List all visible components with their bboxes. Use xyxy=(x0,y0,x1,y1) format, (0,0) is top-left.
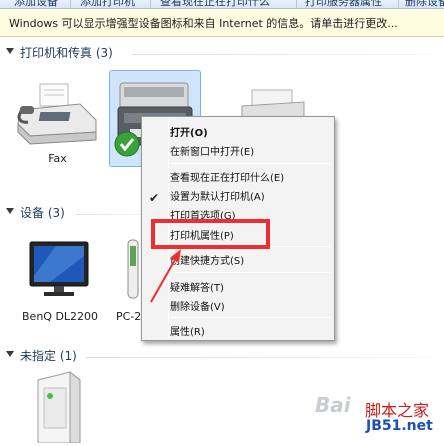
see-printing-button[interactable]: 查看现在正在打印什么 xyxy=(160,0,270,9)
menu-separator xyxy=(170,163,331,164)
menu-item-troubleshoot[interactable]: 疑难解答(T) xyxy=(170,279,224,294)
info-bar[interactable]: Windows 可以显示增强型设备图标和来自 Internet 的信息。请单击进… xyxy=(0,9,444,37)
watermark-logo: Bai xyxy=(315,393,351,417)
menu-item-open-new-window[interactable]: 在新窗口中打开(E) xyxy=(170,143,254,158)
menu-item-create-shortcut[interactable]: 创建快捷方式(S) xyxy=(170,252,244,267)
menu-item-remove-device[interactable]: 删除设备(V) xyxy=(170,298,225,313)
checkmark-icon: ✔ xyxy=(149,191,160,205)
print-server-properties-button[interactable]: 打印服务器属性 xyxy=(305,0,382,9)
section-title: 未指定 (1) xyxy=(20,349,77,363)
collapse-chevron-icon[interactable] xyxy=(6,48,14,54)
usb-device-icon xyxy=(127,239,139,299)
add-printer-button[interactable]: 添加打印机 xyxy=(80,0,135,9)
printer-icon xyxy=(241,89,305,121)
device-tile-printer[interactable] xyxy=(238,80,308,121)
menu-item-properties[interactable]: 属性(R) xyxy=(170,323,205,338)
device-label: Fax xyxy=(48,152,67,165)
menu-item-set-default[interactable]: 设置为默认打印机(A) xyxy=(170,188,265,203)
default-checkmark-icon xyxy=(114,131,140,157)
command-bar: 添加设备 添加打印机 查看现在正在打印什么 打印服务器属性 删除设备 xyxy=(0,0,444,9)
device-tile-unspecified[interactable] xyxy=(30,368,86,444)
menu-item-open[interactable]: 打开(O) xyxy=(170,124,208,139)
section-title: 打印机和传真 (3) xyxy=(20,46,113,60)
collapse-chevron-icon[interactable] xyxy=(6,351,14,357)
toolbar-separator xyxy=(398,0,399,9)
device-tile-monitor[interactable]: BenQ DL2200 xyxy=(22,236,98,326)
device-label: BenQ DL2200 xyxy=(22,310,99,323)
info-bar-text: Windows 可以显示增强型设备图标和来自 Internet 的信息。请单击进… xyxy=(9,17,398,30)
highlight-box xyxy=(151,219,270,249)
watermark-site: JB51.net xyxy=(366,418,433,434)
toolbar-separator xyxy=(150,0,151,9)
device-tile-fax[interactable]: Fax xyxy=(10,80,105,165)
device-tile-pc[interactable]: PC-2 xyxy=(108,236,142,326)
toolbar-separator xyxy=(70,0,71,9)
tower-device-icon xyxy=(37,370,81,444)
remove-device-button[interactable]: 删除设备 xyxy=(405,0,444,9)
section-divider xyxy=(132,54,432,55)
menu-separator xyxy=(170,272,331,273)
fax-icon xyxy=(17,83,97,145)
section-title: 设备 (3) xyxy=(20,206,65,220)
add-device-button[interactable]: 添加设备 xyxy=(14,0,58,9)
toolbar-separator xyxy=(296,0,297,9)
menu-item-see-printing[interactable]: 查看现在正在打印什么(E) xyxy=(170,169,284,184)
menu-separator xyxy=(170,317,331,318)
section-divider xyxy=(86,357,432,358)
collapse-chevron-icon[interactable] xyxy=(6,208,14,214)
monitor-icon xyxy=(29,241,89,296)
section-divider xyxy=(76,214,142,215)
